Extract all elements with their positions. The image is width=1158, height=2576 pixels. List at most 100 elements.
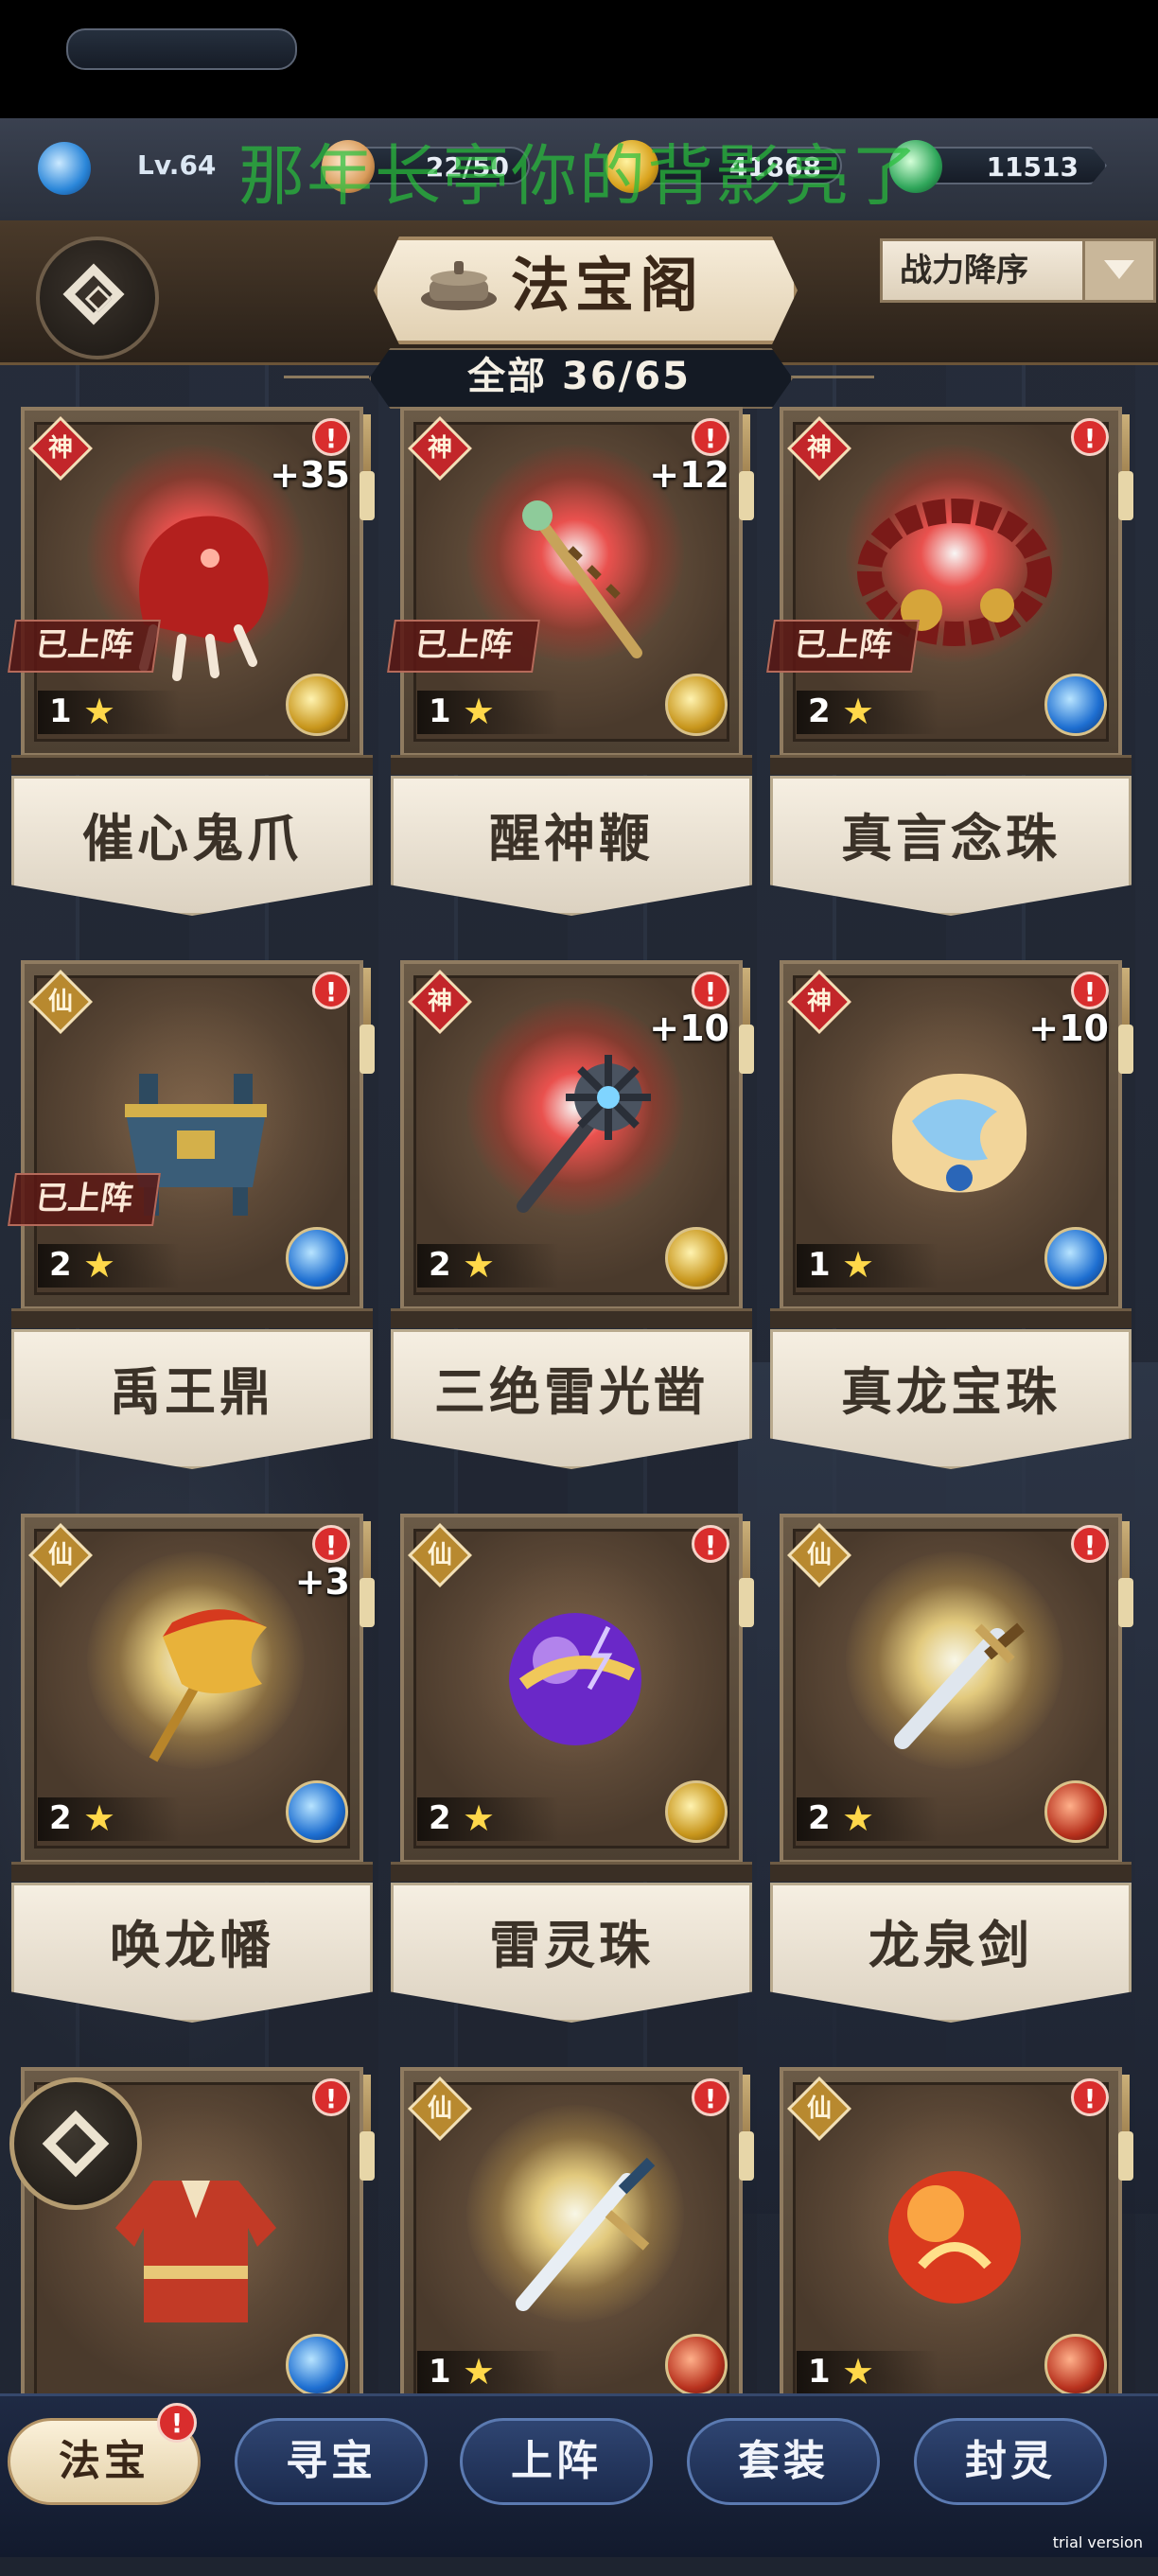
alert-badge: !: [312, 418, 350, 456]
treasure-name: 雷灵珠: [489, 1916, 654, 1975]
tier-label: 仙: [806, 1541, 832, 1569]
star-icon: ★: [463, 1244, 496, 1286]
tab-2[interactable]: 上阵: [460, 2418, 653, 2505]
card-shelf: [11, 1862, 373, 1882]
alert-badge: !: [692, 418, 729, 456]
treasure-card[interactable]: 神! +12 已上阵 1 ★ 醒神鞭: [387, 407, 754, 916]
tab-4[interactable]: 封灵: [914, 2418, 1107, 2505]
star-count: 2: [808, 1799, 831, 1837]
on-stage-tag: 已上阵: [8, 620, 161, 673]
card-shelf: [391, 1862, 752, 1882]
treasure-name: 禹王鼎: [110, 1362, 274, 1422]
tassel-decoration: [739, 968, 754, 1074]
star-icon: ★: [83, 691, 116, 732]
alert-badge: !: [1071, 418, 1109, 456]
tier-label: 仙: [47, 1541, 73, 1569]
star-icon: ★: [842, 691, 875, 732]
on-stage-tag: 已上阵: [766, 620, 920, 673]
element-icon: [1044, 1780, 1107, 1843]
card-shelf: [770, 1308, 1132, 1328]
star-icon: ★: [842, 1797, 875, 1839]
tassel-decoration: [739, 414, 754, 520]
tier-label: 神: [806, 434, 832, 463]
on-stage-tag: 已上阵: [8, 1173, 161, 1226]
star-icon: ★: [463, 1797, 496, 1839]
star-count: 1: [808, 2353, 831, 2391]
star-icon: ★: [83, 1797, 116, 1839]
alert-badge: !: [692, 2078, 729, 2116]
treasure-card[interactable]: 神! +35 已上阵 1 ★ 催心鬼爪: [8, 407, 375, 916]
star-count: 2: [429, 1799, 451, 1837]
back-button[interactable]: [36, 237, 159, 359]
chevron-down-icon: [1082, 241, 1153, 300]
fire-orb-icon: [888, 2171, 1021, 2304]
divider-right: [789, 376, 874, 378]
tassel-decoration: [1118, 2075, 1133, 2181]
star-count: 2: [429, 1246, 451, 1284]
treasure-name: 唤龙幡: [110, 1916, 274, 1975]
enhance-level: +35: [270, 454, 350, 496]
tassel-decoration: [360, 414, 375, 520]
sword-icon: [894, 1622, 1025, 1749]
star-count: 2: [808, 692, 831, 730]
element-icon: [286, 2334, 348, 2396]
level-text: Lv.64: [137, 149, 217, 181]
treasure-name: 真龙宝珠: [841, 1362, 1061, 1422]
sort-label: 战力降序: [900, 252, 1028, 289]
alert-badge: !: [1071, 1525, 1109, 1563]
card-shelf: [770, 755, 1132, 775]
mace-icon: [517, 1055, 651, 1213]
tab-1[interactable]: 寻宝: [235, 2418, 428, 2505]
alert-badge: !: [312, 2078, 350, 2116]
alert-badge: !: [692, 972, 729, 1009]
side-menu-button[interactable]: [9, 2077, 142, 2210]
star-count: 1: [49, 692, 72, 730]
tassel-decoration: [1118, 414, 1133, 520]
element-icon: [665, 2334, 728, 2396]
star-count: 1: [429, 692, 451, 730]
tassel-decoration: [1118, 1521, 1133, 1627]
treasure-card[interactable]: 神! +10 2 ★ 三绝雷光凿: [391, 960, 754, 1469]
treasure-card[interactable]: 仙! 2 ★ 雷灵珠: [391, 1514, 754, 2023]
tier-label: 仙: [427, 1541, 452, 1569]
tab-3[interactable]: 套装: [687, 2418, 880, 2505]
enhance-level: +10: [1028, 1008, 1109, 1049]
star-icon: ★: [842, 2351, 875, 2392]
tier-label: 神: [47, 434, 73, 463]
tier-label: 神: [427, 988, 452, 1016]
treasure-card[interactable]: 神! +10 1 ★ 真龙宝珠: [770, 960, 1133, 1469]
sort-dropdown[interactable]: 战力降序: [880, 238, 1156, 303]
star-count: 2: [49, 1246, 72, 1284]
star-count: 1: [808, 1246, 831, 1284]
alert-badge: !: [1071, 972, 1109, 1009]
element-icon: [1044, 1227, 1107, 1289]
card-shelf: [391, 755, 752, 775]
alert-badge: !: [1071, 2078, 1109, 2116]
star-icon: ★: [842, 1244, 875, 1286]
treasure-card[interactable]: 仙! 2 ★ 龙泉剑: [770, 1514, 1133, 2023]
tassel-decoration: [739, 2075, 754, 2181]
card-shelf: [770, 1862, 1132, 1882]
treasure-name: 三绝雷光凿: [434, 1362, 709, 1422]
divider-left: [284, 376, 369, 378]
treasure-card[interactable]: 仙! 已上阵 2 ★ 禹王鼎: [8, 960, 375, 1469]
element-icon: [286, 1780, 348, 1843]
tassel-decoration: [1118, 968, 1133, 1074]
tier-label: 仙: [806, 2094, 832, 2123]
treasure-card[interactable]: 神! 已上阵 2 ★ 真言念珠: [766, 407, 1133, 916]
on-stage-tag: 已上阵: [387, 620, 540, 673]
collection-count: 全部 36/65: [467, 355, 691, 398]
tier-label: 仙: [427, 2094, 452, 2123]
page-title: 法宝阁: [511, 251, 705, 320]
element-icon: [665, 1780, 728, 1843]
treasure-card[interactable]: 仙! +3 2 ★ 唤龙幡: [11, 1514, 375, 2023]
alert-badge: !: [312, 972, 350, 1009]
banner-icon: [149, 1609, 267, 1762]
enhance-level: +12: [649, 454, 729, 496]
treasure-name: 龙泉剑: [868, 1916, 1033, 1975]
element-icon: [1044, 2334, 1107, 2396]
jade-icon: [889, 140, 942, 193]
stamina-icon: [322, 140, 375, 193]
element-icon: [286, 1227, 348, 1289]
element-icon: [665, 674, 728, 736]
